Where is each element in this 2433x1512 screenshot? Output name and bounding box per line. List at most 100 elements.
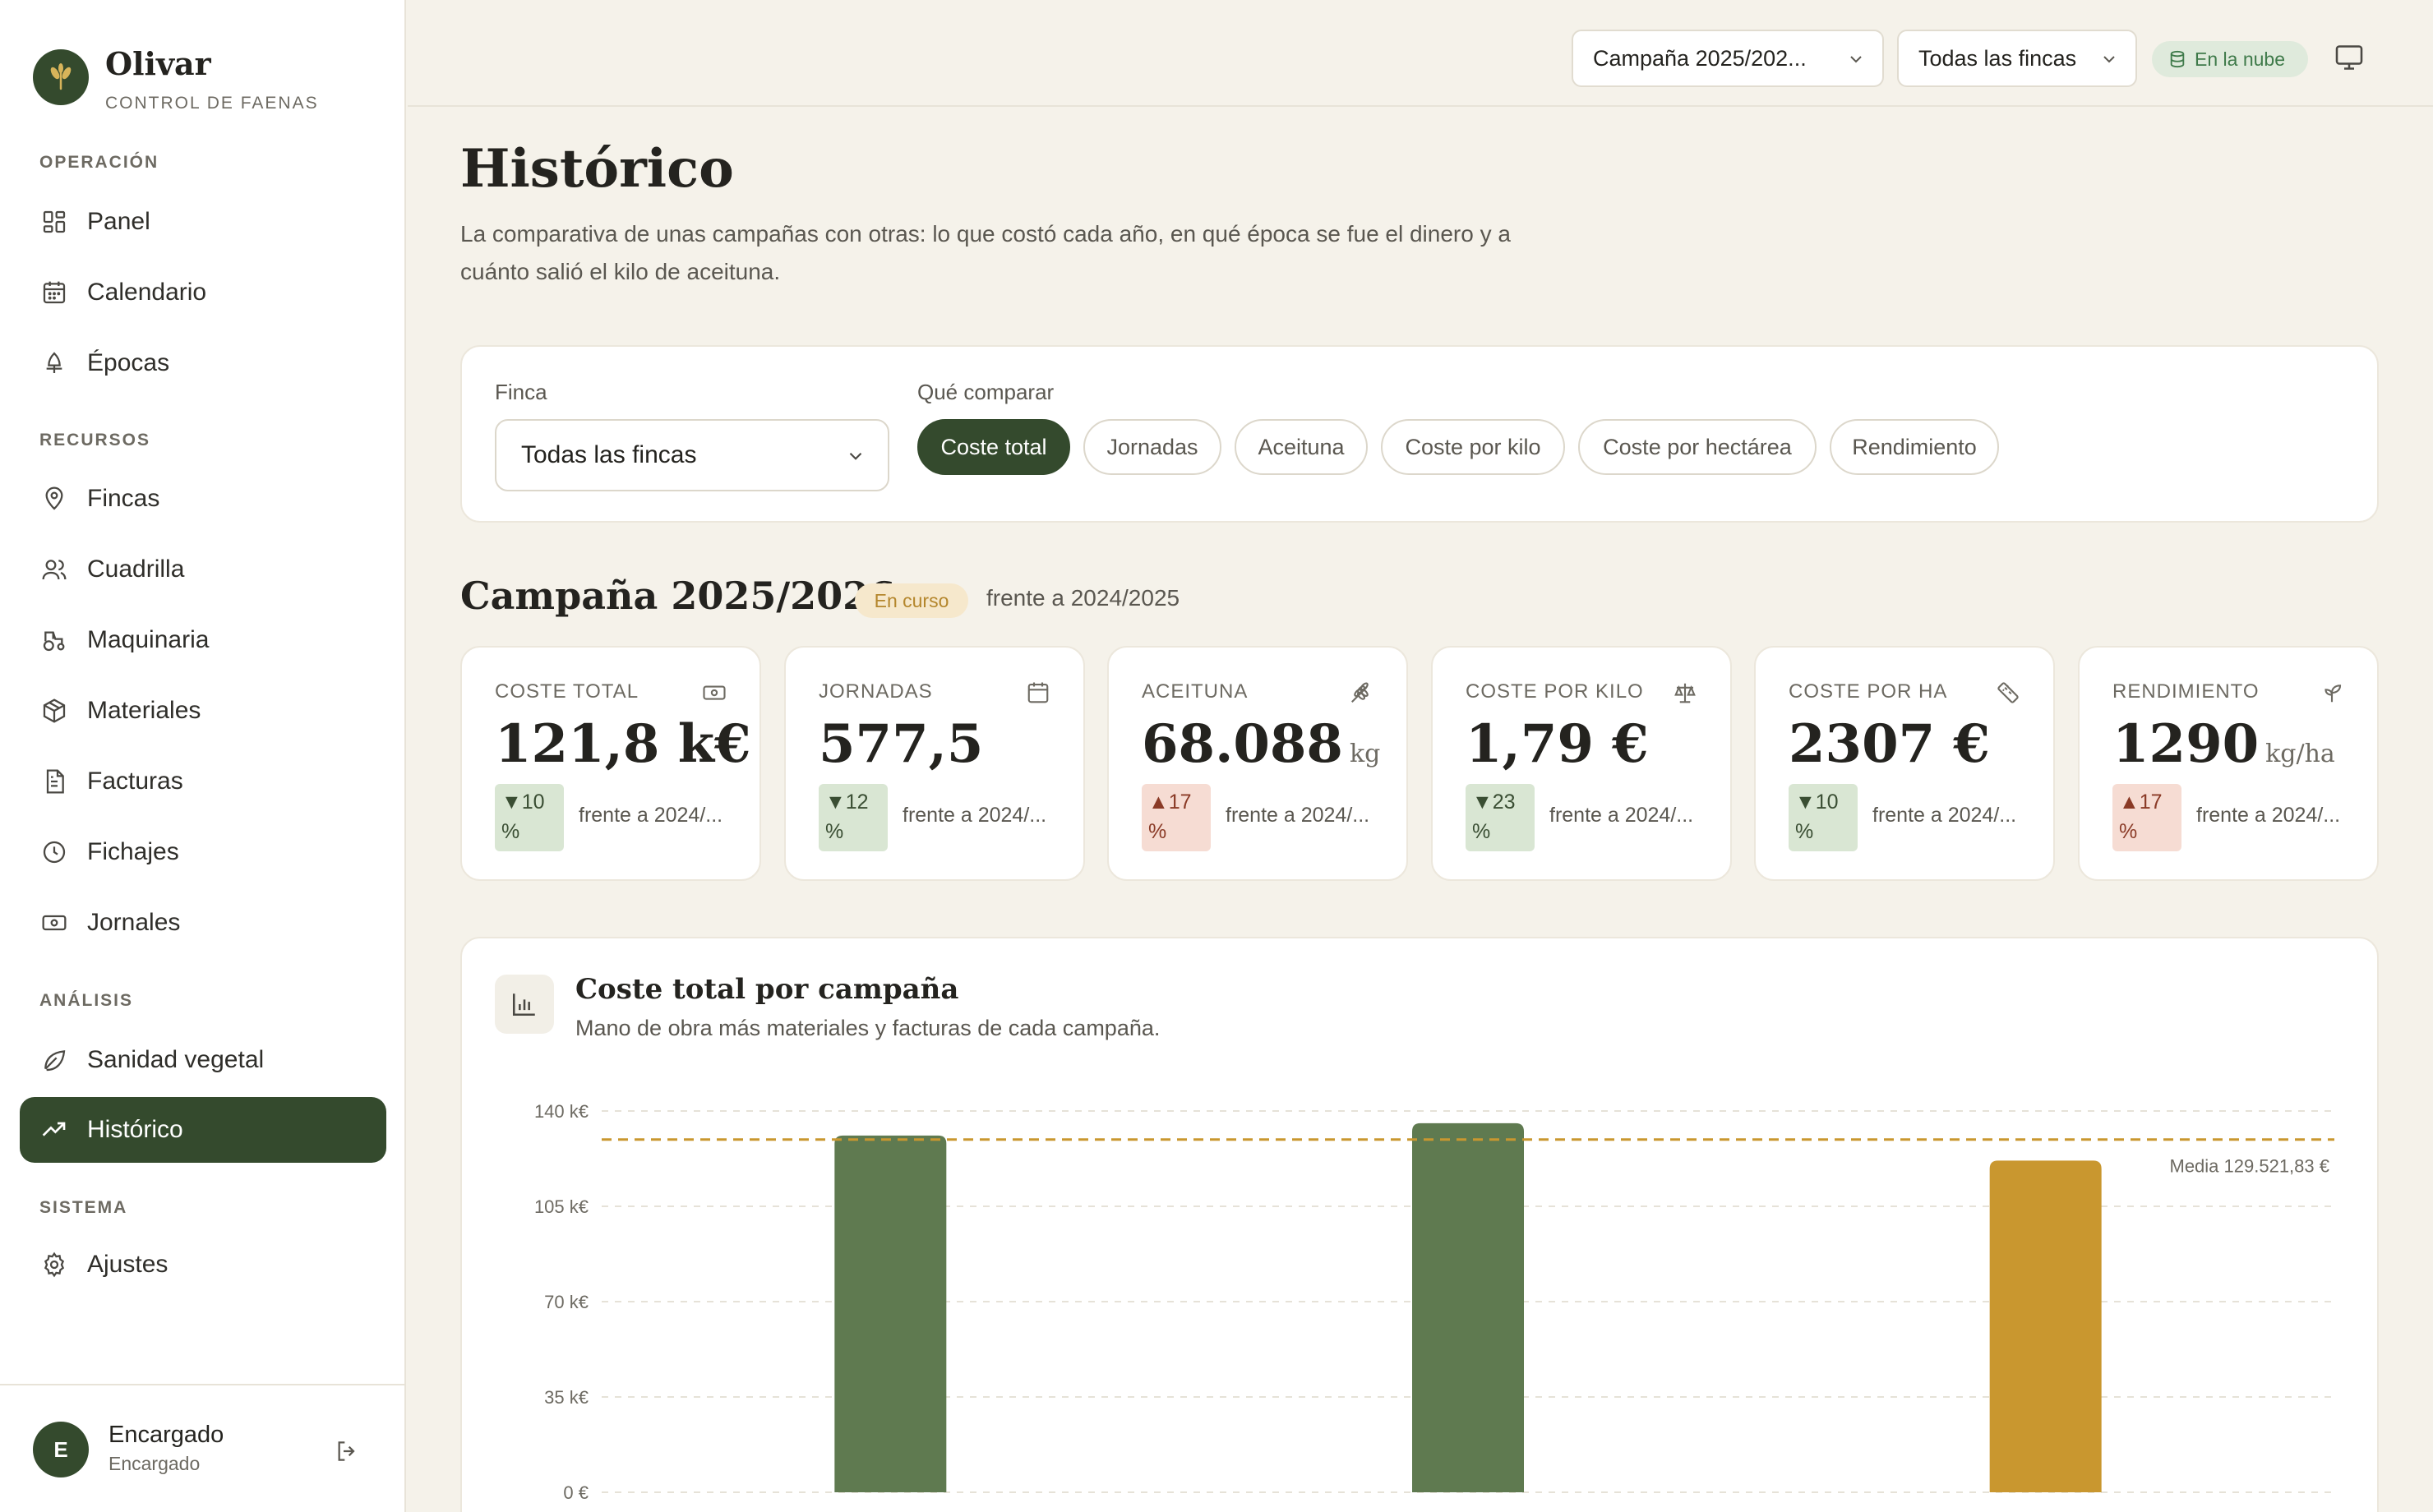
kpi-card-coste-total: COSTE TOTAL 121,8 k€ ▼10% frente a 2024/…	[460, 646, 761, 881]
kpi-label: COSTE POR HA	[1789, 680, 1948, 703]
cloud-status-badge: En la nube	[2152, 41, 2308, 77]
kpi-comparison: frente a 2024/...	[1549, 804, 1694, 827]
wheat-icon	[1347, 679, 1375, 707]
kpi-value-number: 2307 €	[1789, 713, 1990, 775]
delta-arrow: ▲	[1148, 791, 1169, 814]
sidebar-item-panel[interactable]: Panel	[20, 189, 386, 255]
sidebar-item-calendario[interactable]: Calendario	[20, 260, 386, 325]
sidebar-item-cuadrilla[interactable]: Cuadrilla	[20, 537, 386, 602]
banknote-icon	[700, 679, 728, 707]
compare-option-jornadas[interactable]: Jornadas	[1083, 419, 1221, 475]
compare-label: Qué comparar	[917, 380, 1055, 404]
page-description: La comparativa de unas campañas con otra…	[460, 221, 1511, 284]
sidebar-item-fichajes[interactable]: Fichajes	[20, 819, 386, 885]
chart-title: Coste total por campaña	[575, 973, 959, 1006]
kpi-label: COSTE POR KILO	[1466, 680, 1644, 703]
compare-option-aceituna[interactable]: Aceituna	[1235, 419, 1368, 475]
kpi-unit: kg/ha	[2265, 740, 2335, 768]
map-pin-icon	[39, 484, 69, 514]
kpi-label: RENDIMIENTO	[2112, 680, 2260, 703]
kpi-card-rendimiento: RENDIMIENTO 1290 kg/ha ▲17% frente a 2024…	[2078, 646, 2379, 881]
sidebar-item-label: Calendario	[87, 279, 207, 306]
chevron-down-icon	[2099, 49, 2119, 75]
brand-subtitle: CONTROL DE FAENAS	[105, 94, 319, 113]
kpi-comparison: frente a 2024/...	[903, 804, 1047, 827]
chart-bar[interactable]	[1412, 1122, 1524, 1492]
sidebar-item-sanidad-vegetal[interactable]: Sanidad vegetal	[20, 1027, 386, 1093]
campaign-comparison: frente a 2024/2025	[986, 585, 1180, 611]
chevron-down-icon	[845, 445, 866, 473]
finca-top-select[interactable]: Todas las fincas	[1897, 30, 2137, 87]
monitor-icon[interactable]	[2334, 43, 2364, 76]
delta-arrow: ▼	[1472, 791, 1493, 814]
brand-name: Olivar	[105, 45, 211, 82]
user-role: Encargado	[108, 1453, 201, 1474]
kpi-value: 1,79 €	[1466, 713, 1655, 775]
campaign-select-value: Campaña 2025/202...	[1593, 45, 1807, 71]
delta-percent: %	[1472, 820, 1491, 843]
sidebar-item-label: Facturas	[87, 768, 183, 795]
calendar-icon	[39, 278, 69, 307]
compare-option-coste-total[interactable]: Coste total	[917, 419, 1070, 475]
sidebar-item-epocas[interactable]: Épocas	[20, 330, 386, 396]
campaign-select[interactable]: Campaña 2025/202...	[1572, 30, 1884, 87]
kpi-delta: ▼10%	[1789, 784, 1858, 851]
kpi-value: 577,5	[819, 713, 990, 775]
tractor-icon	[39, 625, 69, 655]
avatar[interactable]: E	[33, 1422, 89, 1477]
sidebar-item-label: Histórico	[87, 1116, 183, 1143]
chart-bar[interactable]	[834, 1135, 947, 1492]
nav-section-recursos: RECURSOS	[39, 431, 151, 449]
delta-number: 17	[2139, 791, 2163, 814]
compare-option-rendimiento[interactable]: Rendimiento	[1830, 419, 1999, 475]
compare-option-coste-por-kilo[interactable]: Coste por kilo	[1381, 419, 1565, 475]
kpi-value-number: 121,8 k€	[495, 713, 751, 775]
finca-select[interactable]: Todas las fincas	[495, 419, 889, 491]
kpi-comparison: frente a 2024/...	[1226, 804, 1370, 827]
tree-icon	[39, 348, 69, 378]
sidebar-item-label: Épocas	[87, 349, 170, 376]
kpi-value-number: 68.088	[1142, 713, 1343, 775]
kpi-label: JORNADAS	[819, 680, 933, 703]
kpi-card-coste-por-kilo: COSTE POR KILO 1,79 € ▼23% frente a 2024…	[1431, 646, 1732, 881]
kpi-value-number: 1290	[2112, 713, 2260, 775]
sidebar-item-historico[interactable]: Histórico	[20, 1097, 386, 1163]
banknote-icon	[39, 908, 69, 938]
brand[interactable]: Olivar CONTROL DE FAENAS	[33, 48, 319, 113]
kpi-value: 121,8 k€	[495, 713, 758, 775]
sidebar-item-fincas[interactable]: Fincas	[20, 466, 386, 532]
sidebar-item-jornales[interactable]: Jornales	[20, 890, 386, 956]
sidebar-item-label: Materiales	[87, 697, 201, 724]
nav-section-operacion: OPERACIÓN	[39, 153, 159, 172]
delta-percent: %	[2119, 820, 2138, 843]
delta-percent: %	[1148, 820, 1167, 843]
grid-icon	[39, 207, 69, 237]
nav-section-sistema: SISTEMA	[39, 1198, 128, 1217]
kpi-label: COSTE TOTAL	[495, 680, 639, 703]
sprout-icon	[2318, 679, 2346, 707]
sidebar-item-facturas[interactable]: Facturas	[20, 749, 386, 814]
finca-select-value: Todas las fincas	[521, 441, 697, 468]
kpi-value: 68.088 kg	[1142, 713, 1380, 775]
sidebar-item-ajustes[interactable]: Ajustes	[20, 1232, 386, 1298]
sidebar-item-label: Ajustes	[87, 1251, 169, 1278]
user-bar: E Encargado Encargado	[0, 1384, 406, 1512]
database-icon	[2168, 50, 2186, 68]
sidebar-item-materiales[interactable]: Materiales	[20, 678, 386, 744]
clock-icon	[39, 837, 69, 867]
y-tick-label: 70 k€	[544, 1292, 589, 1312]
y-tick-label: 35 k€	[544, 1387, 589, 1408]
kpi-value: 2307 €	[1789, 713, 1997, 775]
chart-subtitle: Mano de obra más materiales y facturas d…	[575, 1016, 1161, 1040]
delta-arrow: ▼	[825, 791, 846, 814]
topbar: Campaña 2025/202... Todas las fincas En …	[408, 0, 2433, 107]
olive-branch-logo-icon	[33, 49, 89, 105]
logout-icon[interactable]	[330, 1435, 363, 1468]
sidebar-item-maquinaria[interactable]: Maquinaria	[20, 607, 386, 673]
document-icon	[39, 767, 69, 796]
compare-option-coste-por-hectarea[interactable]: Coste por hectárea	[1578, 419, 1817, 475]
mean-label: Media 129.521,83 €	[2170, 1156, 2330, 1177]
kpi-value: 1290 kg/ha	[2112, 713, 2335, 775]
kpi-card-coste-por-ha: COSTE POR HA 2307 € ▼10% frente a 2024/.…	[1754, 646, 2055, 881]
chart-bar[interactable]	[1989, 1160, 2102, 1492]
